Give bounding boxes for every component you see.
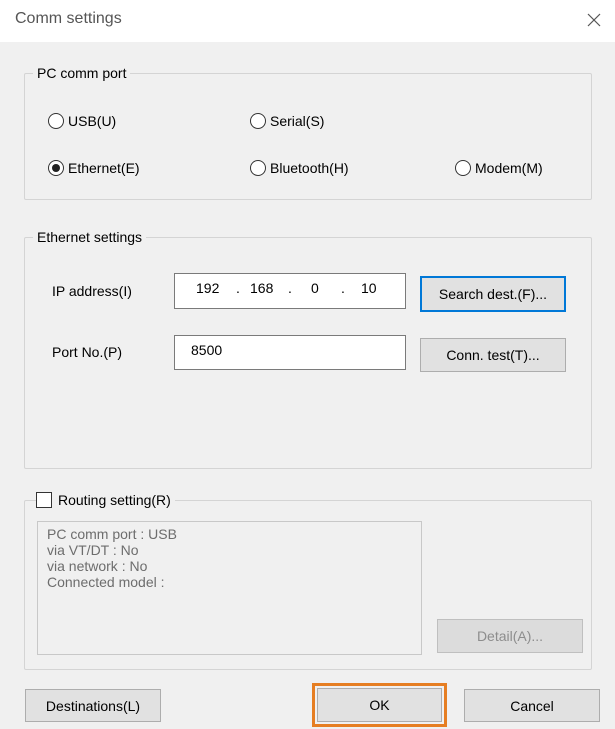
radio-modem-indicator — [455, 160, 471, 176]
radio-usb-indicator — [48, 113, 64, 129]
close-button[interactable] — [573, 0, 615, 40]
ip-separator-1: . — [236, 280, 240, 296]
routing-checkbox-label: Routing setting(R) — [58, 492, 171, 508]
radio-bluetooth[interactable]: Bluetooth(H) — [250, 160, 349, 176]
detail-button[interactable]: Detail(A)... — [437, 619, 583, 653]
radio-bluetooth-indicator — [250, 160, 266, 176]
ip-octet-3: 0 — [311, 280, 319, 296]
radio-serial[interactable]: Serial(S) — [250, 113, 324, 129]
cancel-button[interactable]: Cancel — [464, 689, 600, 722]
routing-info-line: PC comm port : USB — [47, 526, 177, 542]
destinations-button[interactable]: Destinations(L) — [25, 689, 161, 722]
ip-octet-2: 168 — [250, 280, 274, 296]
ok-button[interactable]: OK — [317, 688, 442, 722]
pc-comm-port-legend: PC comm port — [33, 64, 131, 82]
title-bar: Comm settings — [0, 0, 615, 42]
radio-ethernet-label: Ethernet(E) — [68, 160, 140, 176]
radio-modem[interactable]: Modem(M) — [455, 160, 543, 176]
ip-separator-2: . — [288, 280, 292, 296]
pc-comm-port-group: PC comm port USB(U) Serial(S) Ethernet(E… — [24, 64, 592, 200]
radio-modem-label: Modem(M) — [475, 160, 543, 176]
radio-serial-indicator — [250, 113, 266, 129]
radio-usb[interactable]: USB(U) — [48, 113, 116, 129]
ip-address-field[interactable]: 192 . 168 . 0 . 10 — [174, 273, 406, 309]
routing-info-line: Connected model : — [47, 574, 165, 590]
radio-ethernet[interactable]: Ethernet(E) — [48, 160, 140, 176]
routing-checkbox-box — [36, 492, 52, 508]
conn-test-button[interactable]: Conn. test(T)... — [420, 338, 566, 372]
window-title: Comm settings — [15, 10, 122, 27]
port-no-label: Port No.(P) — [52, 344, 123, 360]
routing-setting-checkbox[interactable]: Routing setting(R) — [36, 492, 175, 508]
routing-info-box: PC comm port : USB via VT/DT : No via ne… — [37, 521, 422, 655]
radio-ethernet-indicator — [48, 160, 64, 176]
ip-octet-4: 10 — [361, 280, 377, 296]
radio-usb-label: USB(U) — [68, 113, 117, 129]
ethernet-settings-group: Ethernet settings IP address(I) 192 . 16… — [24, 228, 592, 469]
search-dest-button[interactable]: Search dest.(F)... — [420, 276, 566, 312]
ethernet-settings-legend: Ethernet settings — [33, 228, 147, 246]
radio-bluetooth-label: Bluetooth(H) — [270, 160, 349, 176]
ip-separator-3: . — [341, 280, 345, 296]
ip-address-label: IP address(I) — [52, 283, 132, 299]
close-icon — [587, 13, 601, 27]
comm-settings-dialog: Comm settings PC comm port USB(U) Serial… — [0, 0, 615, 729]
routing-info-line: via VT/DT : No — [47, 542, 139, 558]
routing-info-line: via network : No — [47, 558, 148, 574]
port-no-field[interactable]: 8500 — [174, 335, 406, 370]
radio-serial-label: Serial(S) — [270, 113, 325, 129]
ip-octet-1: 192 — [196, 280, 220, 296]
